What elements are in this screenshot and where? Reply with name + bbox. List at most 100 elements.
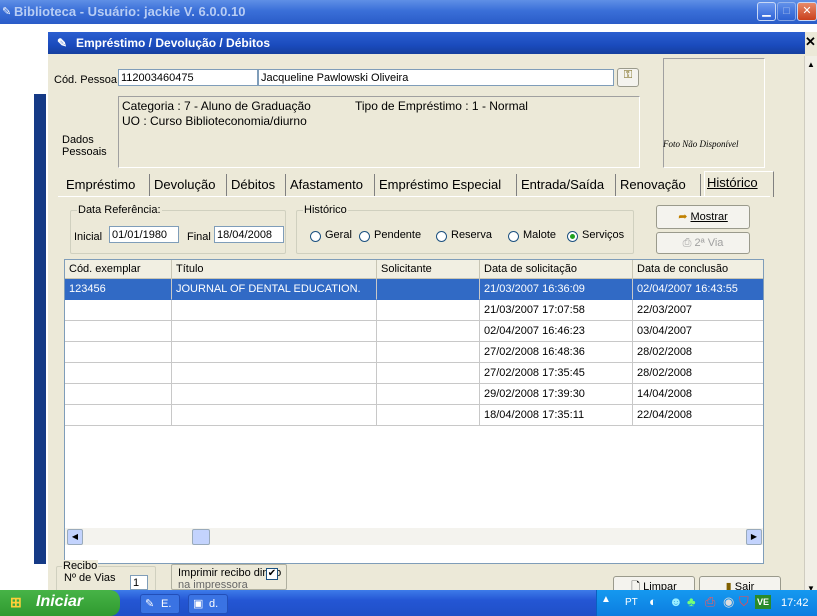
- column-header[interactable]: Cód. exemplar: [65, 260, 172, 279]
- table-cell: 03/04/2007: [633, 321, 763, 342]
- dialog-close-icon[interactable]: ✕: [805, 34, 817, 52]
- table-cell: [65, 342, 172, 363]
- column-header[interactable]: Data de solicitação: [480, 260, 633, 279]
- tab-debitos[interactable]: Débitos: [231, 174, 286, 196]
- table-cell: [377, 384, 480, 405]
- taskbar-item-d[interactable]: ▣ d.: [188, 594, 228, 614]
- table-row[interactable]: 21/03/2007 17:07:58 22/03/2007: [65, 300, 763, 321]
- app-title: Biblioteca - Usuário: jackie V. 6.0.0.10: [14, 4, 246, 19]
- tab-historico[interactable]: Histórico: [704, 171, 774, 197]
- antivirus-icon[interactable]: VE: [755, 595, 771, 609]
- radio-pendente-label: Pendente: [374, 229, 422, 241]
- network-icon[interactable]: ◐: [649, 594, 657, 609]
- radio-reserva-label: Reserva: [451, 229, 492, 241]
- personal-data-label-1: Dados: [62, 134, 94, 146]
- maximize-button[interactable]: □: [777, 2, 796, 21]
- tray-expand-icon[interactable]: ▲: [601, 594, 611, 605]
- tab-entrada-saida[interactable]: Entrada/Saída: [521, 174, 616, 196]
- history-table: Cód. exemplar Título Solicitante Data de so…: [64, 259, 764, 564]
- table-cell: 22/03/2007: [633, 300, 763, 321]
- language-indicator[interactable]: PT: [625, 597, 638, 608]
- final-date-label: Final: [187, 231, 211, 243]
- table-row[interactable]: 27/02/2008 16:48:36 28/02/2008: [65, 342, 763, 363]
- table-cell: [377, 342, 480, 363]
- app-icon: ✎: [2, 6, 12, 18]
- table-cell: 02/04/2007 16:46:23: [480, 321, 633, 342]
- shield-icon[interactable]: ⛉: [739, 594, 749, 610]
- tab-renovacao[interactable]: Renovação: [620, 174, 701, 196]
- table-cell: [377, 363, 480, 384]
- taskbar-item-e[interactable]: ✎ E.: [140, 594, 180, 614]
- final-date-input[interactable]: [214, 226, 284, 243]
- scroll-right-icon[interactable]: ▶: [746, 529, 762, 545]
- table-cell: [65, 321, 172, 342]
- history-label: Histórico: [303, 204, 348, 216]
- radio-malote[interactable]: [508, 231, 519, 242]
- show-button[interactable]: ➦ Mostrar: [656, 205, 750, 229]
- photo-text: Foto Não Disponível: [663, 139, 739, 149]
- table-cell: [172, 342, 377, 363]
- table-cell: 02/04/2007 16:43:55: [633, 279, 763, 300]
- scroll-left-icon[interactable]: ◀: [67, 529, 83, 545]
- table-cell: 29/02/2008 17:39:30: [480, 384, 633, 405]
- copies-input[interactable]: [130, 575, 148, 590]
- table-cell: [377, 321, 480, 342]
- table-cell: [65, 405, 172, 426]
- print-direct-checkbox[interactable]: ✔: [266, 568, 278, 580]
- table-row[interactable]: 27/02/2008 17:35:45 28/02/2008: [65, 363, 763, 384]
- radio-servicos-label: Serviços: [582, 229, 625, 241]
- horizontal-scrollbar[interactable]: ◀ ▶: [65, 528, 763, 545]
- table-row[interactable]: 02/04/2007 16:46:23 03/04/2007: [65, 321, 763, 342]
- second-copy-button[interactable]: ⎙ 2ª Via: [656, 232, 750, 254]
- scroll-up-icon[interactable]: ▲: [807, 60, 815, 69]
- date-reference-label: Data Referência:: [77, 204, 162, 216]
- table-cell: [65, 300, 172, 321]
- table-row[interactable]: 18/04/2008 17:35:11 22/04/2008: [65, 405, 763, 426]
- start-button[interactable]: ⊞ Iniciar: [0, 590, 120, 616]
- table-cell: 18/04/2008 17:35:11: [480, 405, 633, 426]
- table-cell: [172, 300, 377, 321]
- vertical-scrollbar[interactable]: ▲ ▼: [804, 56, 817, 596]
- table-row[interactable]: 123456 JOURNAL OF DENTAL EDUCATION. 21/03/…: [65, 279, 763, 300]
- uo-text: UO : Curso Biblioteconomia/diurno: [122, 114, 307, 128]
- search-person-button[interactable]: ⚿: [617, 68, 639, 87]
- column-header[interactable]: Data de conclusão: [633, 260, 763, 279]
- personal-data-label-2: Pessoais: [62, 146, 107, 158]
- receipt-label: Recibo: [62, 560, 99, 572]
- table-cell: JOURNAL OF DENTAL EDUCATION.: [172, 279, 377, 300]
- tab-emprestimo[interactable]: Empréstimo: [66, 174, 150, 196]
- minimize-button[interactable]: ▁: [757, 2, 776, 21]
- dialog-title-bar: ✎ Empréstimo / Devolução / Débitos: [48, 32, 805, 54]
- system-tray: ▲ PT ◐ ☻ ♣ ⎙ ◉ ⛉ VE 17:42: [596, 590, 817, 616]
- tab-afastamento[interactable]: Afastamento: [290, 174, 375, 196]
- column-header[interactable]: Título: [172, 260, 377, 279]
- person-code-input[interactable]: [118, 69, 258, 86]
- printer-tray-icon[interactable]: ⎙: [705, 594, 715, 610]
- table-row[interactable]: 29/02/2008 17:39:30 14/04/2008: [65, 384, 763, 405]
- scroll-thumb[interactable]: [192, 529, 210, 545]
- table-cell: [377, 405, 480, 426]
- security-icon[interactable]: ◉: [723, 594, 734, 610]
- connection-icon[interactable]: ♣: [687, 594, 696, 609]
- table-cell: 14/04/2008: [633, 384, 763, 405]
- key-icon: ⚿: [623, 69, 633, 81]
- clock: 17:42: [781, 597, 809, 609]
- loan-type-text: Tipo de Empréstimo : 1 - Normal: [355, 99, 528, 113]
- radio-servicos[interactable]: [567, 231, 578, 242]
- table-cell: [377, 279, 480, 300]
- radio-pendente[interactable]: [359, 231, 370, 242]
- tab-devolucao[interactable]: Devolução: [154, 174, 227, 196]
- column-header[interactable]: Solicitante: [377, 260, 480, 279]
- table-cell: [65, 363, 172, 384]
- tab-emprestimo-especial[interactable]: Empréstimo Especial: [379, 174, 517, 196]
- radio-geral[interactable]: [310, 231, 321, 242]
- app-title-bar: ✎ Biblioteca - Usuário: jackie V. 6.0.0.…: [0, 0, 817, 24]
- table-cell: 27/02/2008 17:35:45: [480, 363, 633, 384]
- radio-reserva[interactable]: [436, 231, 447, 242]
- person-name-input[interactable]: [258, 69, 614, 86]
- table-cell: 22/04/2008: [633, 405, 763, 426]
- app-close-button[interactable]: ✕: [797, 2, 817, 21]
- user-icon[interactable]: ☻: [669, 594, 683, 609]
- app-task-icon: ✎: [145, 598, 155, 610]
- initial-date-input[interactable]: [109, 226, 179, 243]
